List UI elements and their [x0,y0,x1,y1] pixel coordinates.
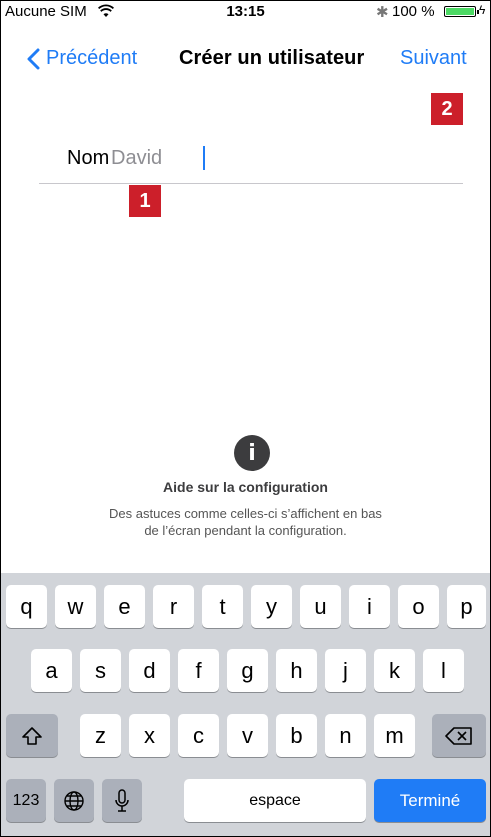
battery-icon [444,6,479,17]
name-field[interactable]: Nom David [39,139,463,184]
key-s[interactable]: s [80,649,121,692]
name-input[interactable]: David [111,147,162,170]
key-r[interactable]: r [153,585,194,628]
key-q[interactable]: q [6,585,47,628]
info-icon: i [234,435,270,471]
space-key[interactable]: espace [184,779,366,822]
shift-icon [22,726,42,745]
keyboard: q w e r t y u i o p a s d f g h j k l z … [1,573,490,836]
done-key[interactable]: Terminé [374,779,486,822]
help-description: Des astuces comme celles-ci s’affichent … [1,505,490,539]
key-x[interactable]: x [129,714,170,757]
annotation-badge-1: 1 [129,185,161,217]
text-cursor [203,146,205,170]
help-description-line: de l’écran pendant la configuration. [144,523,347,538]
microphone-icon [115,788,129,812]
name-label: Nom [67,147,110,169]
charging-bolt-icon: ϟ [479,3,486,17]
shift-key[interactable] [6,714,58,757]
screen: Aucune SIM 13:15 ✱ 100 % ϟ Précédent Cré… [0,0,491,837]
backspace-key[interactable] [432,714,486,757]
key-d[interactable]: d [129,649,170,692]
key-a[interactable]: a [31,649,72,692]
key-u[interactable]: u [300,585,341,628]
key-g[interactable]: g [227,649,268,692]
microphone-key[interactable] [102,779,142,822]
backspace-icon [445,726,472,745]
key-k[interactable]: k [374,649,415,692]
key-b[interactable]: b [276,714,317,757]
key-z[interactable]: z [80,714,121,757]
key-j[interactable]: j [325,649,366,692]
key-l[interactable]: l [423,649,464,692]
status-bar: Aucune SIM 13:15 ✱ 100 % ϟ [1,1,490,23]
help-title: Aide sur la configuration [163,479,328,495]
key-t[interactable]: t [202,585,243,628]
page-title: Créer un utilisateur [179,47,365,69]
key-o[interactable]: o [398,585,439,628]
key-e[interactable]: e [104,585,145,628]
navigation-bar: Précédent Créer un utilisateur Suivant [1,23,490,93]
next-button[interactable]: Suivant [400,47,467,70]
bluetooth-icon: ✱ [376,4,389,21]
chevron-left-icon [27,48,40,69]
key-n[interactable]: n [325,714,366,757]
battery-percentage: 100 % [392,3,435,20]
back-button[interactable]: Précédent [27,47,137,70]
key-c[interactable]: c [178,714,219,757]
key-f[interactable]: f [178,649,219,692]
key-m[interactable]: m [374,714,415,757]
back-button-label: Précédent [46,47,138,69]
key-h[interactable]: h [276,649,317,692]
help-description-line: Des astuces comme celles-ci s’affichent … [109,506,382,521]
key-v[interactable]: v [227,714,268,757]
numbers-key[interactable]: 123 [6,779,46,822]
globe-icon [64,790,84,811]
globe-key[interactable] [54,779,94,822]
annotation-badge-2: 2 [431,93,463,125]
key-y[interactable]: y [251,585,292,628]
key-i[interactable]: i [349,585,390,628]
key-w[interactable]: w [55,585,96,628]
key-p[interactable]: p [447,585,486,628]
